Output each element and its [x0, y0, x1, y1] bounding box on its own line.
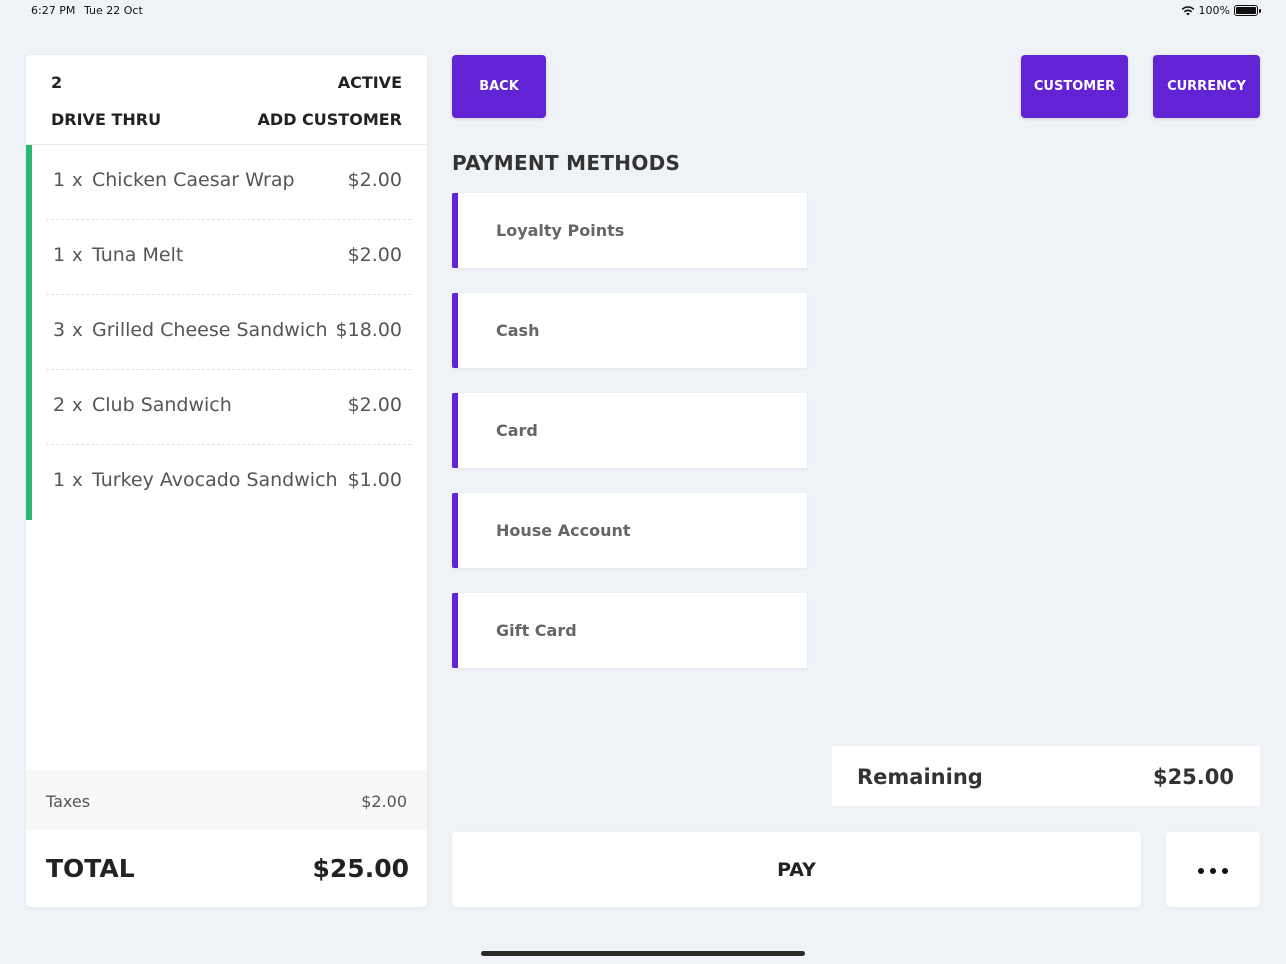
- payment-method-label: Cash: [496, 321, 540, 340]
- payment-method-house-account[interactable]: House Account: [452, 493, 807, 568]
- item-quantity: 1: [53, 169, 66, 191]
- payment-method-label: House Account: [496, 521, 631, 540]
- payment-method-gift-card[interactable]: Gift Card: [452, 593, 807, 668]
- more-options-button[interactable]: [1166, 832, 1260, 907]
- item-price: $2.00: [347, 394, 402, 416]
- status-indicators: 100%: [1181, 4, 1261, 17]
- status-bar: 6:27 PM Tue 22 Oct 100%: [0, 0, 1286, 24]
- taxes-label: Taxes: [46, 792, 91, 811]
- more-dots-icon: [1198, 868, 1228, 874]
- payment-method-label: Card: [496, 421, 538, 440]
- battery-percent: 100%: [1198, 4, 1230, 17]
- taxes-value: $2.00: [361, 792, 407, 811]
- order-item[interactable]: 2 x Club Sandwich $2.00: [26, 370, 427, 445]
- item-quantity: 3: [53, 319, 66, 341]
- item-name: Club Sandwich: [92, 394, 232, 416]
- status-date: Tue 22 Oct: [84, 4, 143, 17]
- item-multiplier: x: [72, 320, 83, 341]
- item-name: Chicken Caesar Wrap: [92, 169, 295, 191]
- order-type[interactable]: DRIVE THRU: [51, 110, 161, 129]
- item-multiplier: x: [72, 395, 83, 416]
- item-multiplier: x: [72, 170, 83, 191]
- order-status: ACTIVE: [337, 73, 402, 92]
- add-customer-button[interactable]: ADD CUSTOMER: [258, 110, 402, 129]
- item-name: Grilled Cheese Sandwich: [92, 319, 328, 341]
- payment-method-loyalty-points[interactable]: Loyalty Points: [452, 193, 807, 268]
- order-item[interactable]: 1 x Turkey Avocado Sandwich $1.00: [26, 445, 427, 520]
- order-item[interactable]: 1 x Chicken Caesar Wrap $2.00: [26, 145, 427, 220]
- order-header: 2 ACTIVE DRIVE THRU ADD CUSTOMER: [26, 55, 427, 145]
- customer-button[interactable]: CUSTOMER: [1021, 55, 1128, 118]
- pos-screen: 6:27 PM Tue 22 Oct 100% 2 ACTIVE DRIVE T…: [0, 0, 1286, 964]
- item-multiplier: x: [72, 245, 83, 266]
- item-price: $1.00: [347, 469, 402, 491]
- order-items-list: 1 x Chicken Caesar Wrap $2.00 1 x Tuna M…: [26, 145, 427, 520]
- taxes-row: Taxes $2.00: [26, 770, 427, 830]
- order-item[interactable]: 3 x Grilled Cheese Sandwich $18.00: [26, 295, 427, 370]
- total-label: TOTAL: [46, 854, 135, 883]
- item-price: $2.00: [347, 244, 402, 266]
- pay-button[interactable]: PAY: [452, 832, 1141, 907]
- item-price: $2.00: [347, 169, 402, 191]
- payment-method-cash[interactable]: Cash: [452, 293, 807, 368]
- order-panel: 2 ACTIVE DRIVE THRU ADD CUSTOMER 1 x Chi…: [26, 55, 427, 907]
- order-item[interactable]: 1 x Tuna Melt $2.00: [26, 220, 427, 295]
- item-price: $18.00: [335, 319, 402, 341]
- order-number: 2: [51, 73, 63, 92]
- home-indicator[interactable]: [481, 951, 805, 956]
- item-quantity: 2: [53, 394, 66, 416]
- currency-button[interactable]: CURRENCY: [1153, 55, 1260, 118]
- back-button[interactable]: BACK: [452, 55, 546, 118]
- battery-icon: [1234, 5, 1261, 16]
- payment-method-label: Loyalty Points: [496, 221, 625, 240]
- payment-method-label: Gift Card: [496, 621, 577, 640]
- item-multiplier: x: [72, 470, 83, 491]
- status-time: 6:27 PM: [31, 4, 76, 17]
- payment-methods-title: PAYMENT METHODS: [452, 151, 681, 175]
- wifi-icon: [1181, 6, 1194, 16]
- item-name: Tuna Melt: [92, 244, 184, 266]
- remaining-label: Remaining: [857, 765, 983, 789]
- remaining-value: $25.00: [1152, 765, 1234, 789]
- remaining-balance: Remaining $25.00: [832, 746, 1260, 806]
- item-quantity: 1: [53, 469, 66, 491]
- payment-method-card[interactable]: Card: [452, 393, 807, 468]
- payment-methods-list: Loyalty Points Cash Card House Account G…: [452, 193, 807, 693]
- item-quantity: 1: [53, 244, 66, 266]
- total-value: $25.00: [312, 854, 409, 883]
- item-name: Turkey Avocado Sandwich: [92, 469, 338, 491]
